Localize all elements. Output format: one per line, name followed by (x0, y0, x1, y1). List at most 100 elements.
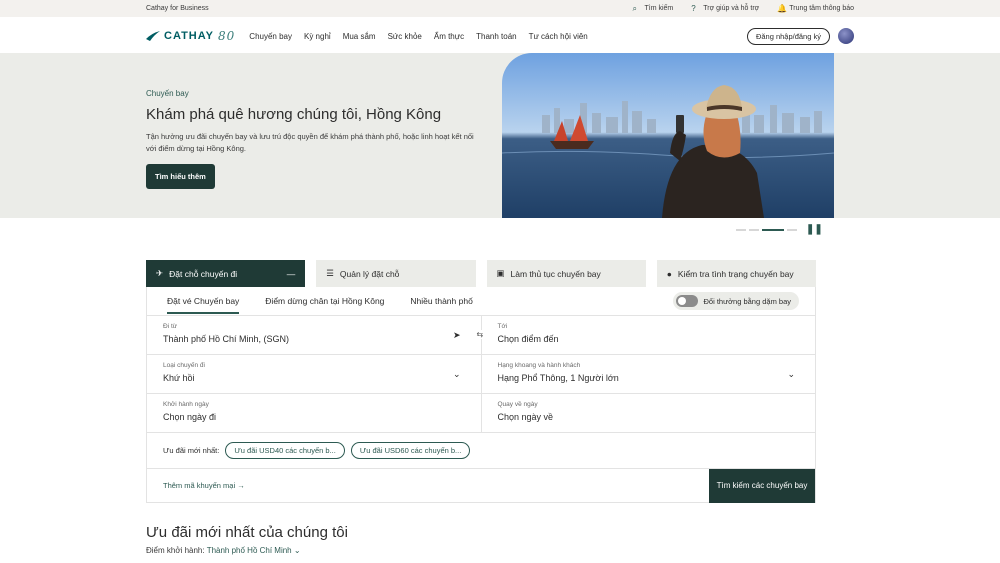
logo-anniversary: 80 (218, 29, 236, 43)
tab-book-trip-label: Đặt chỗ chuyến đi (169, 268, 238, 279)
utility-bar: Cathay for Business ⌕ Tìm kiếm ? Trợ giú… (0, 0, 1000, 17)
help-icon: ? (691, 3, 696, 13)
nav-holidays[interactable]: Kỳ nghỉ (304, 32, 331, 41)
tab-manage-booking-label: Quản lý đặt chỗ (339, 268, 400, 279)
collapse-icon[interactable]: — (287, 269, 296, 279)
depart-date-label: Khởi hành ngày (163, 401, 209, 408)
tab-flight-status[interactable]: ● Kiểm tra tình trạng chuyến bay (656, 260, 816, 287)
carousel-dot[interactable] (749, 228, 759, 231)
bell-icon: 🔔 (777, 3, 788, 13)
departure-city-value: Thành phố Hồ Chí Minh (206, 546, 292, 555)
nav-dining[interactable]: Ẩm thực (434, 32, 464, 41)
hero-image (502, 53, 834, 218)
trip-options-row: Loại chuyến đi Khứ hồi ⌄ Hạng khoang và … (146, 355, 816, 394)
origin-label: Đi từ (163, 323, 178, 330)
notifications-link[interactable]: 🔔 Trung tâm thông báo (777, 3, 854, 13)
pause-icon[interactable]: ❚❚ (806, 224, 823, 235)
list-icon: ☰ (326, 268, 334, 278)
nav-flights[interactable]: Chuyến bay (249, 32, 292, 41)
destination-field[interactable]: ⇆ Tới Chọn điểm đến (476, 316, 816, 354)
status-icon: ● (666, 268, 672, 279)
trip-type-value: Khứ hồi (163, 373, 195, 383)
cabin-value: Hạng Phổ Thông, 1 Người lớn (497, 373, 619, 383)
return-date-field[interactable]: Quay về ngày Chọn ngày về (480, 394, 816, 432)
deals-label: Ưu đãi mới nhất: (163, 446, 220, 455)
chevron-down-icon: ⌄ (293, 546, 301, 555)
return-date-value: Chọn ngày về (497, 412, 554, 422)
search-icon: ⌕ (632, 3, 637, 13)
depart-date-field[interactable]: Khởi hành ngày Chọn ngày đi (147, 394, 481, 432)
tab-check-in[interactable]: ▣ Làm thủ tục chuyến bay (486, 260, 646, 287)
offers-departure: Điểm khởi hành: Thành phố Hồ Chí Minh ⌄ (146, 546, 301, 555)
origin-value: Thành phố Hồ Chí Minh, (SGN) (163, 334, 290, 344)
logo-text: CATHAY (164, 30, 215, 42)
nav-payment[interactable]: Thanh toán (476, 32, 516, 41)
subtab-flights[interactable]: Đặt vé Chuyến bay (167, 296, 240, 314)
utility-links: ⌕ Tìm kiếm ? Trợ giúp và hỗ trợ 🔔 Trung … (632, 3, 854, 13)
learn-more-button[interactable]: Tìm hiểu thêm (146, 164, 215, 189)
plane-icon: ✈ (156, 268, 164, 278)
destination-value: Chọn điểm đến (497, 334, 559, 344)
location-arrow-icon[interactable]: ➤ (453, 330, 461, 341)
help-link[interactable]: ? Trợ giúp và hỗ trợ (691, 3, 760, 13)
booking-tabs: ✈ Đặt chỗ chuyến đi — ☰ Quản lý đặt chỗ … (146, 260, 816, 287)
subtab-hk-stopover[interactable]: Điểm dừng chân tại Hồng Kông (265, 296, 384, 306)
origin-field[interactable]: Đi từ Thành phố Hồ Chí Minh, (SGN) ➤ (147, 316, 481, 354)
chevron-down-icon: ⌄ (787, 369, 795, 379)
deal-chip[interactable]: Ưu đãi USD60 các chuyến b... (350, 442, 471, 459)
return-date-label: Quay về ngày (497, 401, 538, 408)
tab-manage-booking[interactable]: ☰ Quản lý đặt chỗ (316, 260, 476, 287)
help-label: Trợ giúp và hỗ trợ (703, 5, 760, 12)
main-nav: CATHAY 80 Chuyến bay Kỳ nghỉ Mua sắm Sức… (0, 17, 1000, 55)
tab-check-in-label: Làm thủ tục chuyến bay (510, 268, 601, 279)
trip-type-select[interactable]: Loại chuyến đi Khứ hồi ⌄ (147, 355, 481, 393)
nav-links: Chuyến bay Kỳ nghỉ Mua sắm Sức khỏe Ẩm t… (249, 32, 747, 41)
dates-row: Khởi hành ngày Chọn ngày đi Quay về ngày… (146, 394, 816, 433)
action-row: Thêm mã khuyến mại → Tìm kiếm các chuyến… (146, 468, 816, 503)
nav-wellness[interactable]: Sức khỏe (388, 32, 422, 41)
tab-flight-status-label: Kiểm tra tình trạng chuyến bay (677, 268, 794, 279)
cabin-passenger-select[interactable]: Hạng khoang và hành khách Hạng Phổ Thông… (480, 355, 816, 393)
nav-shopping[interactable]: Mua sắm (343, 32, 376, 41)
cathay-logo[interactable]: CATHAY 80 (146, 29, 235, 43)
route-row: Đi từ Thành phố Hồ Chí Minh, (SGN) ➤ ⇆ T… (146, 316, 816, 355)
checkin-icon: ▣ (496, 268, 505, 278)
carousel-dot-active[interactable] (762, 228, 784, 231)
redeem-miles-toggle[interactable]: Đổi thưởng bằng dặm bay (672, 292, 799, 310)
language-globe-icon[interactable] (838, 28, 854, 44)
tab-book-trip-content: ✈ Đặt chỗ chuyến đi (156, 268, 237, 279)
hero-description: Tận hưởng ưu đãi chuyến bay và lưu trú đ… (146, 132, 474, 153)
carousel-dot[interactable] (736, 228, 746, 231)
booking-widget: ✈ Đặt chỗ chuyến đi — ☰ Quản lý đặt chỗ … (146, 260, 816, 503)
latest-deals-row: Ưu đãi mới nhất: Ưu đãi USD40 các chuyến… (146, 433, 816, 469)
search-label: Tìm kiếm (644, 5, 674, 12)
subtab-multi-city[interactable]: Nhiều thành phố (410, 296, 472, 306)
add-promo-code-link[interactable]: Thêm mã khuyến mại → (147, 481, 709, 490)
hero-banner: Chuyến bay Khám phá quê hương chúng tôi,… (0, 53, 1000, 218)
booking-subtabs: Đặt vé Chuyến bay Điểm dừng chân tại Hồn… (146, 287, 816, 316)
tab-book-trip[interactable]: ✈ Đặt chỗ chuyến đi — (146, 260, 306, 287)
brushwing-icon (146, 31, 160, 41)
swap-icon[interactable]: ⇆ (476, 330, 484, 339)
business-link[interactable]: Cathay for Business (146, 5, 632, 12)
depart-date-value: Chọn ngày đi (163, 412, 217, 422)
trip-type-label: Loại chuyến đi (163, 362, 205, 369)
deal-chip[interactable]: Ưu đãi USD40 các chuyến b... (225, 442, 345, 459)
hong-kong-harbour-illustration (502, 85, 834, 218)
departure-label: Điểm khởi hành: (146, 546, 205, 555)
hero-tag: Chuyến bay (146, 89, 189, 98)
offers-title: Ưu đãi mới nhất của chúng tôi (146, 524, 348, 541)
search-flights-button[interactable]: Tìm kiếm các chuyến bay (709, 468, 815, 503)
notifications-label: Trung tâm thông báo (789, 5, 854, 12)
hero-text: Chuyến bay Khám phá quê hương chúng tôi,… (146, 89, 486, 189)
carousel-dot[interactable] (787, 228, 797, 231)
cabin-label: Hạng khoang và hành khách (497, 362, 581, 369)
redeem-miles-label: Đổi thưởng bằng dặm bay (703, 296, 792, 306)
hero-title: Khám phá quê hương chúng tôi, Hồng Kông (146, 106, 442, 123)
destination-label: Tới (497, 323, 508, 330)
search-link[interactable]: ⌕ Tìm kiếm (632, 3, 674, 13)
departure-city-select[interactable]: Thành phố Hồ Chí Minh ⌄ (207, 546, 301, 555)
login-button[interactable]: Đăng nhập/đăng ký (746, 27, 830, 45)
nav-membership[interactable]: Tư cách hội viên (529, 32, 588, 41)
toggle-switch[interactable] (675, 295, 698, 307)
